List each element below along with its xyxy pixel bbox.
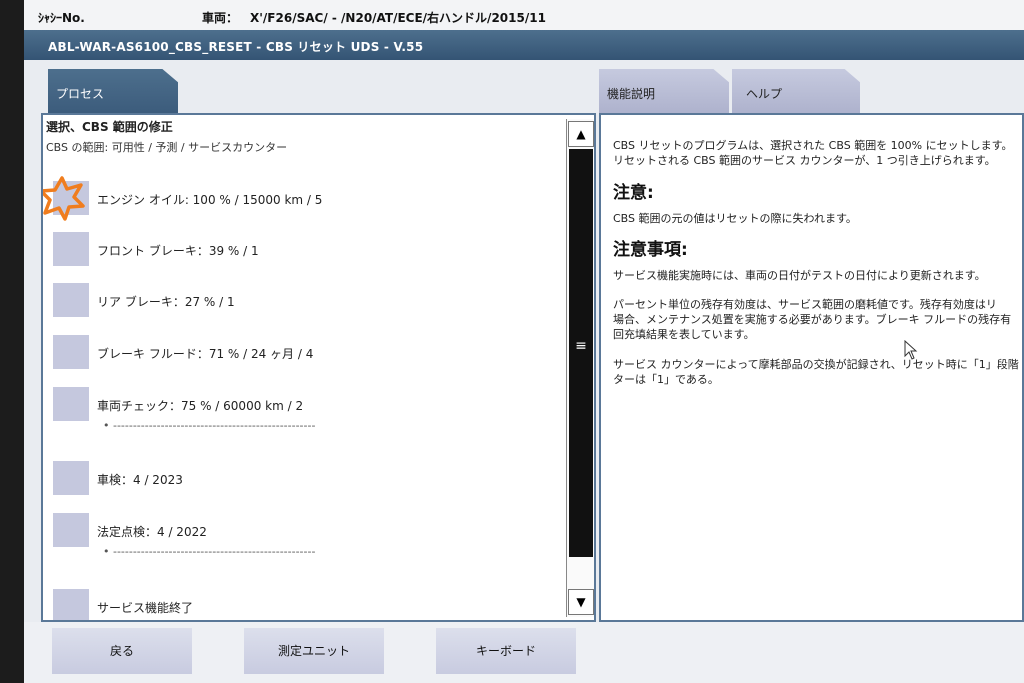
step-checkbox[interactable] — [53, 232, 89, 266]
help-text: パーセント単位の残存有効度は、サービス範囲の磨耗値です。残存有効度はリ — [613, 298, 997, 311]
step-label: リア ブレーキ：27 % / 1 — [97, 295, 235, 309]
step-brake-fluid[interactable]: ブレーキ フルード：71 % / 24 ヶ月 / 4 — [43, 335, 563, 375]
help-panel: CBS リセットのプログラムは、選択された CBS 範囲を 100% にセットし… — [599, 113, 1024, 622]
mouse-cursor-icon — [904, 340, 918, 360]
window-title-bar: ABL-WAR-AS6100_CBS_RESET - CBS リセット UDS … — [24, 30, 1024, 60]
tab-help-label: ヘルプ — [746, 87, 783, 101]
tab-process-label: プロセス — [56, 87, 105, 101]
keyboard-button[interactable]: キーボード — [436, 628, 576, 674]
help-text: 場合、メンテナンス処置を実施する必要があります。ブレーキ フルードの残存有 — [613, 313, 1012, 326]
step-sub-line: • --------------------------------------… — [103, 545, 316, 558]
step-checkbox[interactable] — [53, 589, 89, 620]
process-panel: 選択、CBS 範囲の修正 CBS の範囲: 可用性 / 予測 / サービスカウン… — [41, 113, 596, 622]
step-engine-oil[interactable]: エンジン オイル: 100 % / 15000 km / 5 — [43, 176, 563, 221]
step-sub-line: • --------------------------------------… — [103, 419, 316, 432]
step-rear-brake[interactable]: リア ブレーキ：27 % / 1 — [43, 283, 563, 323]
vehicle-label: 車両： — [202, 11, 239, 25]
step-checkbox[interactable] — [53, 283, 89, 317]
help-text: CBS リセットのプログラムは、選択された CBS 範囲を 100% にセットし… — [613, 139, 1013, 152]
step-label: サービス機能終了 — [97, 601, 194, 615]
diagnostic-screen: ｼｬｼｰNo. 車両： X'/F26/SAC/ - /N20/AT/ECE/右ハ… — [24, 0, 1024, 683]
scroll-down-button[interactable]: ▼ — [568, 589, 594, 615]
back-button[interactable]: 戻る — [52, 628, 192, 674]
scroll-up-button[interactable]: ▲ — [568, 121, 594, 147]
help-heading: 注意事項: — [613, 240, 688, 260]
process-scrollbar[interactable]: ▲ ≡ ▼ — [566, 119, 594, 617]
window-title: ABL-WAR-AS6100_CBS_RESET - CBS リセット UDS … — [48, 40, 424, 54]
measurement-unit-button[interactable]: 測定ユニット — [244, 628, 384, 674]
help-text: ターは「1」である。 — [613, 373, 719, 386]
vehicle-info-bar: ｼｬｼｰNo. 車両： X'/F26/SAC/ - /N20/AT/ECE/右ハ… — [24, 0, 1024, 31]
vehicle-value: X'/F26/SAC/ - /N20/AT/ECE/右ハンドル/2015/11 — [250, 11, 546, 25]
step-checkbox[interactable] — [53, 335, 89, 369]
help-text: サービス機能実施時には、車両の日付がテストの日付により更新されます。 — [613, 269, 986, 282]
tab-process[interactable]: プロセス — [48, 69, 178, 113]
step-checkbox[interactable] — [53, 513, 89, 547]
step-service-end[interactable]: サービス機能終了 — [43, 589, 563, 620]
arrow-down-icon: ▼ — [576, 595, 586, 609]
step-checkbox[interactable] — [53, 461, 89, 495]
help-text: サービス カウンターによって摩耗部品の交換が記録され、リセット時に「1」段階 — [613, 358, 1019, 371]
bottom-button-bar: 戻る 測定ユニット キーボード — [24, 622, 1024, 683]
step-label: エンジン オイル: 100 % / 15000 km / 5 — [97, 193, 323, 207]
grip-icon: ≡ — [575, 338, 587, 354]
step-label: 車両チェック：75 % / 60000 km / 2 — [97, 399, 304, 413]
help-text: CBS 範囲の元の値はリセットの際に失われます。 — [613, 212, 857, 225]
scroll-thumb[interactable]: ≡ — [569, 149, 593, 557]
process-subtitle: CBS の範囲: 可用性 / 予測 / サービスカウンター — [46, 141, 288, 154]
step-checkbox[interactable] — [53, 387, 89, 421]
process-title: 選択、CBS 範囲の修正 — [46, 120, 173, 134]
step-front-brake[interactable]: フロント ブレーキ：39 % / 1 — [43, 232, 563, 272]
step-label: 車検：4 / 2023 — [97, 473, 183, 487]
tab-help[interactable]: ヘルプ — [732, 69, 860, 113]
step-label: 法定点検：4 / 2022 — [97, 525, 207, 539]
help-text: 回充填結果を表しています。 — [613, 328, 755, 341]
tab-function-description[interactable]: 機能説明 — [599, 69, 729, 113]
tab-function-description-label: 機能説明 — [607, 87, 656, 101]
step-inspection[interactable]: 車検：4 / 2023 — [43, 461, 563, 501]
help-text: リセットされる CBS 範囲のサービス カウンターが、1 つ引き上げられます。 — [613, 154, 996, 167]
help-heading: 注意: — [613, 183, 654, 203]
chassis-number-label: ｼｬｼｰNo. — [38, 11, 85, 25]
step-label: ブレーキ フルード：71 % / 24 ヶ月 / 4 — [97, 347, 314, 361]
arrow-up-icon: ▲ — [576, 127, 586, 141]
selected-star-icon — [43, 176, 85, 221]
step-label: フロント ブレーキ：39 % / 1 — [97, 244, 259, 258]
